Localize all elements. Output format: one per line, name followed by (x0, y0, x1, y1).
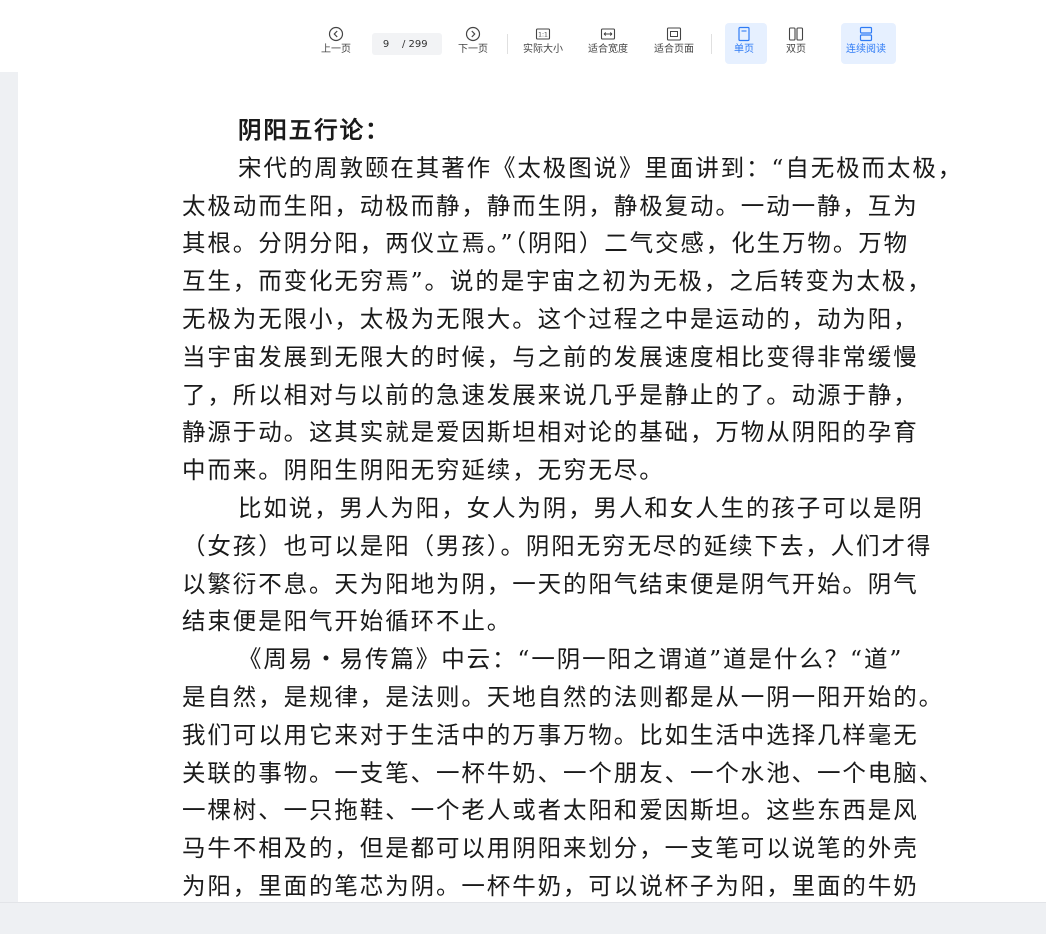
prev-page-label: 上一页 (321, 44, 351, 55)
reader-toolbar: 上一页 / 299 下一页 1:1 实际大小 适合宽度 适合页面 (0, 0, 1046, 72)
double-page-button[interactable]: 双页 (786, 26, 806, 56)
page-total: / 299 (402, 38, 428, 50)
section-heading: 阴阳五行论： (238, 116, 391, 144)
toolbar-divider (711, 34, 712, 54)
text-line: 是自然，是规律，是法则。天地自然的法则都是从一阴一阳开始的。 (182, 682, 944, 711)
text-line: 互生，而变化无穷焉”。说的是宇宙之初为无极，之后转变为太极， (182, 267, 933, 296)
page-number-input[interactable] (372, 38, 400, 50)
text-line: 以繁衍不息。天为阳地为阴，一天的阳气结束便是阴气开始。阴气 (182, 569, 919, 598)
fit-page-button[interactable]: 适合页面 (654, 26, 694, 56)
text-line: 静源于动。这其实就是爱因斯坦相对论的基础，万物从阴阳的孕育 (182, 418, 919, 447)
actual-size-label: 实际大小 (523, 44, 563, 55)
page-indicator: / 299 (372, 33, 442, 55)
text-line: 了，所以相对与以前的急速发展来说几乎是静止的了。动源于静， (182, 380, 919, 409)
toolbar-divider (507, 34, 508, 54)
prev-page-button[interactable]: 上一页 (321, 26, 351, 56)
text-line: 为阳，里面的笔芯为阴。一杯牛奶，可以说杯子为阳，里面的牛奶 (182, 871, 919, 900)
single-page-label: 单页 (734, 44, 754, 55)
fit-width-icon (600, 28, 616, 40)
text-line: 关联的事物。一支笔、一杯牛奶、一个朋友、一个水池、一个电脑、 (182, 758, 944, 787)
text-line: 比如说，男人为阳，女人为阴，男人和女人生的孩子可以是阴 (238, 493, 924, 522)
double-page-label: 双页 (786, 44, 806, 55)
continuous-reading-icon (859, 26, 873, 42)
text-line: 无极为无限小，太极为无限大。这个过程之中是运动的，动为阳， (182, 304, 919, 333)
fit-width-button[interactable]: 适合宽度 (588, 26, 628, 56)
fit-page-label: 适合页面 (654, 44, 694, 55)
text-line: 其根。分阴分阳，两仪立焉。”（阴阳）二气交感，化生万物。万物 (182, 229, 910, 258)
actual-size-icon-text: 1:1 (538, 32, 548, 39)
text-line: 一棵树、一只拖鞋、一个老人或者太阳和爱因斯坦。这些东西是风 (182, 796, 919, 825)
text-line: 我们可以用它来对于生活中的万事万物。比如生活中选择几样毫无 (182, 720, 919, 749)
double-page-icon (788, 27, 804, 41)
next-page-label: 下一页 (458, 44, 488, 55)
text-line: 太极动而生阳，动极而静，静而生阴，静极复动。一动一静，互为 (182, 191, 919, 220)
document-page: 阴阳五行论： 宋代的周敦颐在其著作《太极图说》里面讲到：“自无极而太极， 太极动而生… (18, 72, 1046, 902)
continuous-reading-label: 连续阅读 (846, 44, 886, 55)
actual-size-button[interactable]: 1:1 实际大小 (523, 26, 563, 56)
text-line: （女孩）也可以是阳（男孩）。阴阳无穷无尽的延续下去，人们才得 (182, 531, 933, 560)
next-page-button[interactable]: 下一页 (458, 26, 488, 56)
bottom-scroll-area (0, 902, 1046, 934)
text-line: 马牛不相及的，但是都可以用阴阳来划分，一支笔可以说笔的外壳 (182, 834, 919, 863)
text-line: 《周易・易传篇》中云：“一阴一阳之谓道”道是什么？“道” (238, 645, 904, 674)
actual-size-icon: 1:1 (535, 28, 551, 40)
chevron-right-circle-icon (465, 26, 481, 42)
document-gutter (0, 72, 18, 902)
text-line: 宋代的周敦颐在其著作《太极图说》里面讲到：“自无极而太极， (238, 153, 964, 182)
single-page-button[interactable]: 单页 (734, 26, 754, 56)
fit-width-label: 适合宽度 (588, 44, 628, 55)
document-text: 阴阳五行论： 宋代的周敦颐在其著作《太极图说》里面讲到：“自无极而太极， 太极动而生… (182, 112, 982, 902)
continuous-reading-button[interactable]: 连续阅读 (846, 26, 886, 56)
text-line: 当宇宙发展到无限大的时候，与之前的发展速度相比变得非常缓慢 (182, 342, 919, 371)
single-page-icon (738, 26, 750, 42)
chevron-left-circle-icon (328, 26, 344, 42)
text-line: 结束便是阳气开始循环不止。 (182, 607, 513, 636)
fit-page-icon (666, 27, 682, 41)
text-line: 中而来。阴阳生阴阳无穷延续，无穷无尽。 (182, 456, 665, 485)
